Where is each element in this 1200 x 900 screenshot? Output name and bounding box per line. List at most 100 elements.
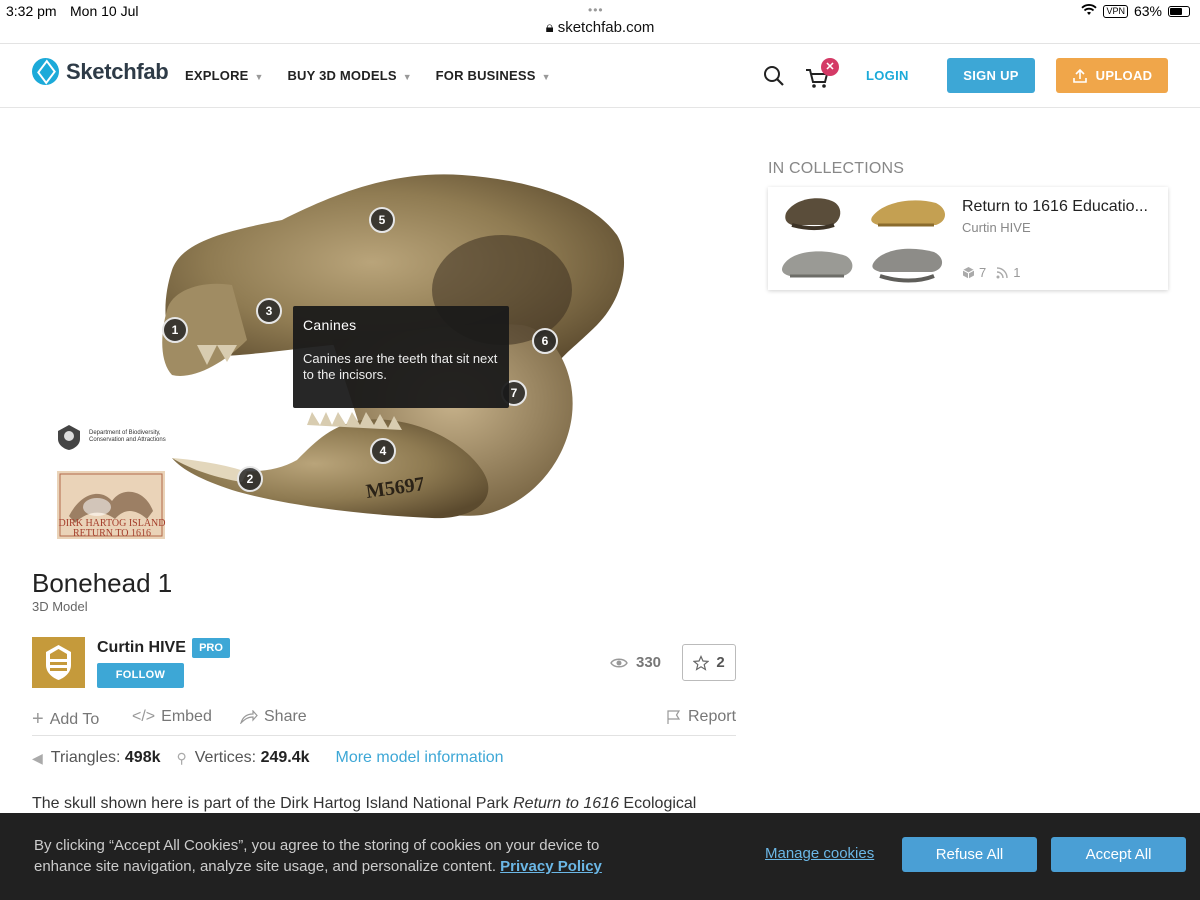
model-actions-bar: + Add To </> Embed Share Report xyxy=(32,706,736,736)
embed-label: Embed xyxy=(161,708,212,725)
wifi-icon xyxy=(1081,3,1098,19)
view-count-value: 330 xyxy=(636,654,662,671)
vpn-badge: VPN xyxy=(1103,4,1128,18)
report-button[interactable]: Report xyxy=(666,708,736,726)
cookie-banner: By clicking “Accept All Cookies”, you ag… xyxy=(0,813,1200,900)
collection-thumbnail-1 xyxy=(772,191,862,241)
privacy-policy-link[interactable]: Privacy Policy xyxy=(500,858,602,875)
menu-explore[interactable]: EXPLORE ▼ xyxy=(185,67,263,85)
view-count: 330 xyxy=(610,654,661,671)
battery-icon xyxy=(1168,5,1190,17)
department-logo: Department of Biodiversity, Conservation… xyxy=(54,422,169,452)
search-icon[interactable] xyxy=(762,64,786,88)
add-to-button[interactable]: + Add To xyxy=(32,708,99,731)
vertices-label: Vertices: xyxy=(194,749,257,766)
site-header: Sketchfab EXPLORE ▼ BUY 3D MODELS ▼ FOR BU… xyxy=(0,44,1200,108)
rss-icon xyxy=(996,267,1008,279)
add-to-label: Add To xyxy=(49,710,100,728)
cart-badge: ✕ xyxy=(821,58,839,76)
collection-card[interactable]: Return to 1616 Educatio... Curtin HIVE 7… xyxy=(768,187,1168,290)
description-text-end: Ecological xyxy=(618,795,697,812)
tooltip-body: Canines are the teeth that sit next to t… xyxy=(303,351,498,382)
browser-status-bar: 3:32 pm Mon 10 Jul ••• 🔒︎ sketchfab.com … xyxy=(0,0,1200,44)
chevron-down-icon: ▼ xyxy=(254,72,264,82)
share-button[interactable]: Share xyxy=(240,708,307,726)
description-text: The skull shown here is part of the Dirk… xyxy=(32,795,514,812)
annotation-hotspot-5[interactable]: 5 xyxy=(369,207,395,233)
eye-icon xyxy=(610,658,628,667)
annotation-hotspot-4[interactable]: 4 xyxy=(370,438,396,464)
status-indicators: VPN 63% xyxy=(1081,3,1190,19)
cart-button[interactable]: ✕ xyxy=(804,58,839,92)
report-label: Report xyxy=(688,708,737,725)
collection-stats: 7 1 xyxy=(962,265,1020,280)
collection-author[interactable]: Curtin HIVE xyxy=(962,220,1031,235)
pro-badge: PRO xyxy=(192,638,230,658)
vertex-icon: ⚲ xyxy=(176,749,187,766)
like-count: 2 xyxy=(716,654,725,671)
more-dots-icon[interactable]: ••• xyxy=(588,3,604,17)
upload-icon xyxy=(1072,68,1087,83)
annotation-tooltip: Canines Canines are the teeth that sit n… xyxy=(293,306,509,408)
status-time: 3:32 pm xyxy=(6,3,57,19)
share-icon xyxy=(240,710,258,724)
share-label: Share xyxy=(264,708,307,725)
collection-thumbnail-3 xyxy=(772,240,862,290)
follow-button[interactable]: FOLLOW xyxy=(97,663,184,688)
author-name[interactable]: Curtin HIVE xyxy=(97,639,186,657)
author-avatar[interactable] xyxy=(32,637,85,688)
collection-thumbnail-2 xyxy=(864,191,954,241)
plus-icon: + xyxy=(32,708,44,730)
triangles-value: 498k xyxy=(124,749,161,766)
logo-text: Sketchfab xyxy=(66,58,169,84)
description-italic: Return to 1616 xyxy=(513,795,619,812)
tooltip-title: Canines xyxy=(303,317,357,333)
main-menu: EXPLORE ▼ BUY 3D MODELS ▼ FOR BUSINESS ▼ xyxy=(185,67,551,85)
annotation-hotspot-2[interactable]: 2 xyxy=(237,466,263,492)
triangle-icon: ◀ xyxy=(32,749,43,766)
menu-buy-3d-models[interactable]: BUY 3D MODELS ▼ xyxy=(287,67,411,85)
menu-for-business[interactable]: FOR BUSINESS ▼ xyxy=(436,67,551,85)
model-stats: ◀ Triangles: 498k ⚲ Vertices: 249.4k Mor… xyxy=(32,749,736,767)
annotation-hotspot-1[interactable]: 1 xyxy=(162,317,188,343)
collection-follower-count: 1 xyxy=(1013,265,1021,280)
collection-name[interactable]: Return to 1616 Educatio... xyxy=(962,198,1158,216)
cube-icon xyxy=(962,267,975,279)
model-viewer[interactable]: M5697 1 2 3 4 5 6 7 Canines Canines are … xyxy=(32,140,736,550)
annotation-hotspot-6[interactable]: 6 xyxy=(532,328,558,354)
model-description: The skull shown here is part of the Dirk… xyxy=(32,795,696,813)
star-icon xyxy=(693,654,710,671)
sketchfab-logo[interactable]: Sketchfab xyxy=(32,58,169,85)
chevron-down-icon: ▼ xyxy=(541,72,551,82)
embed-button[interactable]: </> Embed xyxy=(132,708,212,726)
address-bar[interactable]: 🔒︎ sketchfab.com xyxy=(0,19,1200,36)
flag-icon xyxy=(667,710,681,724)
model-type: 3D Model xyxy=(32,599,88,614)
vertices-value: 249.4k xyxy=(260,749,310,766)
triangles-label: Triangles: xyxy=(50,749,121,766)
collection-thumbnail-4 xyxy=(864,240,954,290)
accept-all-button[interactable]: Accept All xyxy=(1051,837,1186,872)
battery-percent: 63% xyxy=(1133,3,1162,19)
url-text: sketchfab.com xyxy=(557,19,655,36)
login-link[interactable]: LOGIN xyxy=(866,68,909,83)
sketchfab-logo-icon xyxy=(32,58,59,85)
upload-label: UPLOAD xyxy=(1095,68,1153,83)
refuse-all-button[interactable]: Refuse All xyxy=(902,837,1037,872)
manage-cookies-link[interactable]: Manage cookies xyxy=(765,845,874,862)
upload-button[interactable]: UPLOAD xyxy=(1056,58,1168,93)
lock-icon: 🔒︎ xyxy=(545,19,554,36)
chevron-down-icon: ▼ xyxy=(402,72,412,82)
status-date: Mon 10 Jul xyxy=(70,3,139,19)
signup-button[interactable]: SIGN UP xyxy=(947,58,1035,93)
annotation-hotspot-3[interactable]: 3 xyxy=(256,298,282,324)
cookie-message: By clicking “Accept All Cookies”, you ag… xyxy=(34,835,634,877)
crest-icon xyxy=(58,425,80,450)
dirk-hartog-island-text: DIRK HARTOG ISLAND RETURN TO 1616 xyxy=(58,518,166,539)
like-button[interactable]: 2 xyxy=(682,644,736,681)
model-title: Bonehead 1 xyxy=(32,568,173,598)
code-icon: </> xyxy=(132,708,156,725)
more-model-information-link[interactable]: More model information xyxy=(336,749,504,767)
collection-model-count: 7 xyxy=(979,265,987,280)
collections-heading: IN COLLECTIONS xyxy=(768,160,905,177)
